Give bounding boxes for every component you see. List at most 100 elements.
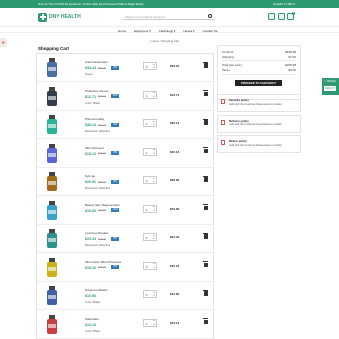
chevron-down-icon[interactable]: ▼ <box>153 67 155 69</box>
policy-icon <box>221 99 225 104</box>
product-name[interactable]: Protective Gloves <box>85 89 109 93</box>
quantity-stepper[interactable]: 1 ▲ ▼ <box>143 318 157 327</box>
chevron-down-icon[interactable]: ▼ <box>153 96 155 98</box>
product-price: $10.00 <box>85 208 96 213</box>
line-total: $15.16 <box>170 263 180 268</box>
chevron-up-icon[interactable]: ▲ <box>153 320 155 322</box>
product-name[interactable]: Syringe <box>85 174 95 178</box>
chevron-down-icon[interactable]: ▼ <box>153 210 155 212</box>
logo[interactable]: DNY HEALTH <box>38 12 81 22</box>
search-icon[interactable] <box>208 14 212 18</box>
cart-icon[interactable]: 0 <box>287 12 295 20</box>
product-thumbnail[interactable] <box>41 171 63 193</box>
product-bottle-icon <box>47 143 57 163</box>
trash-icon[interactable] <box>203 318 208 324</box>
product-thumbnail[interactable] <box>41 143 63 165</box>
chevron-up-icon[interactable]: ▲ <box>153 92 155 94</box>
product-name[interactable]: Adult Respiration <box>85 60 108 64</box>
product-name[interactable]: Phenomenally <box>85 117 104 121</box>
quantity-stepper[interactable]: 1 ▲ ▼ <box>143 62 157 70</box>
chevron-up-icon[interactable]: ▲ <box>153 292 155 294</box>
promo-text: Due To The COVID-19 epidemic, Orders May… <box>38 2 144 6</box>
policy-title: Delivery policy <box>229 118 249 123</box>
nav-item[interactable]: Cardiology ▾ <box>159 29 176 33</box>
cart-row: Skin Ointment $15.13 $18.20 -5% 1 ▲ ▼ $1… <box>37 140 215 168</box>
line-total: $26.92 <box>170 178 180 182</box>
quantity-stepper[interactable]: 1 ▲ ▼ <box>143 204 157 213</box>
product-name[interactable]: Learning Shadow <box>85 231 108 235</box>
trash-icon[interactable] <box>203 290 208 296</box>
breadcrumb[interactable]: ⌂ Home / Shopping Cart <box>149 39 179 43</box>
quantity-stepper[interactable]: 1 ▲ ▼ <box>143 176 157 184</box>
product-thumbnail[interactable] <box>41 57 63 79</box>
line-total: $36.13 <box>170 121 180 125</box>
language-currency[interactable]: English ▾ USD ▾ <box>273 2 295 6</box>
product-name[interactable]: Microvision Blood Pressure <box>85 260 121 264</box>
search-input[interactable]: Search our products Keyword... <box>123 13 215 20</box>
user-icon[interactable] <box>268 13 275 20</box>
nav-item[interactable]: Equipment ▾ <box>134 29 151 33</box>
summary-total: Total (tax excl.) $205.98 <box>222 63 296 67</box>
trash-icon[interactable] <box>203 90 208 96</box>
chevron-down-icon[interactable]: ▼ <box>153 295 155 297</box>
cart-row: Stethoskin $13.13 Color: Black 1 ▲ ▼ $13… <box>37 311 215 339</box>
quantity-value: 1 <box>146 321 148 326</box>
chevron-up-icon[interactable]: ▲ <box>153 263 155 265</box>
policy-title: Return policy <box>229 139 247 143</box>
nav-item[interactable]: Hearts ▾ <box>183 29 194 33</box>
policy-description: (edit with the Customer Reassurance modu… <box>229 102 282 106</box>
product-attribute: Reference: Effective <box>85 186 111 190</box>
chevron-up-icon[interactable]: ▲ <box>153 206 155 208</box>
chevron-down-icon[interactable]: ▼ <box>153 267 155 269</box>
quantity-stepper[interactable]: 1 ▲ ▼ <box>143 233 157 241</box>
chevron-down-icon[interactable]: ▼ <box>153 181 155 183</box>
quantity-value: 1 <box>146 179 148 183</box>
quantity-value: 1 <box>146 207 148 212</box>
left-side-tab[interactable]: ❖ <box>0 38 7 47</box>
quantity-stepper[interactable]: 1 ▲ ▼ <box>143 147 157 156</box>
product-name[interactable]: Beauty Skin Regeneration <box>85 203 120 207</box>
product-name[interactable]: Stethoskin <box>85 317 99 321</box>
top-announcement-bar: Due To The COVID-19 epidemic, Orders May… <box>0 0 339 8</box>
chevron-up-icon[interactable]: ▲ <box>153 121 155 123</box>
product-thumbnail[interactable] <box>41 257 63 279</box>
chevron-down-icon[interactable]: ▼ <box>153 124 155 126</box>
product-name[interactable]: Skin Ointment <box>85 146 104 150</box>
product-thumbnail[interactable] <box>41 285 63 307</box>
cart-row: Learning Shadow $24.34 $26.45 -8% Refere… <box>37 225 215 253</box>
product-thumbnail[interactable] <box>41 200 63 222</box>
chevron-down-icon[interactable]: ▼ <box>153 153 155 155</box>
quantity-stepper[interactable]: 1 ▲ ▼ <box>143 261 157 270</box>
chevron-up-icon[interactable]: ▲ <box>153 64 155 66</box>
product-name[interactable]: Surgeons Masks <box>85 288 107 292</box>
trash-icon[interactable] <box>203 62 208 68</box>
product-thumbnail[interactable] <box>41 228 63 250</box>
nav-item[interactable]: Home <box>118 29 126 33</box>
trash-icon[interactable] <box>203 119 208 125</box>
quantity-stepper[interactable]: 1 ▲ ▼ <box>143 119 157 127</box>
product-price: $24.34 <box>85 237 96 241</box>
wishlist-side-tab[interactable]: ☆ Wishlist $200.00 <box>322 78 339 95</box>
quantity-stepper[interactable]: 1 ▲ ▼ <box>143 290 157 298</box>
chevron-up-icon[interactable]: ▲ <box>153 149 155 151</box>
chevron-up-icon[interactable]: ▲ <box>153 178 155 180</box>
product-thumbnail[interactable] <box>41 314 63 336</box>
quantity-stepper[interactable]: 1 ▲ ▼ <box>143 90 157 99</box>
chevron-down-icon[interactable]: ▼ <box>153 238 155 240</box>
product-price: $15.13 <box>85 151 96 156</box>
wishlist-icon[interactable] <box>277 13 285 20</box>
trash-icon[interactable] <box>203 204 208 210</box>
chevron-up-icon[interactable]: ▲ <box>153 235 155 237</box>
line-total: $12.71 <box>170 92 180 97</box>
proceed-to-checkout-button[interactable]: PROCEED TO CHECKOUT <box>235 80 282 86</box>
trash-icon[interactable] <box>203 147 208 153</box>
wishlist-tab-value[interactable]: $200.00 <box>324 86 336 91</box>
trash-icon[interactable] <box>203 261 208 267</box>
product-thumbnail[interactable] <box>41 86 63 108</box>
line-total: $10.56 <box>170 292 180 296</box>
nav-item[interactable]: Contact Us <box>203 29 218 33</box>
trash-icon[interactable] <box>203 233 208 239</box>
trash-icon[interactable] <box>203 176 208 182</box>
product-thumbnail[interactable] <box>41 114 63 136</box>
chevron-down-icon[interactable]: ▼ <box>153 324 155 326</box>
